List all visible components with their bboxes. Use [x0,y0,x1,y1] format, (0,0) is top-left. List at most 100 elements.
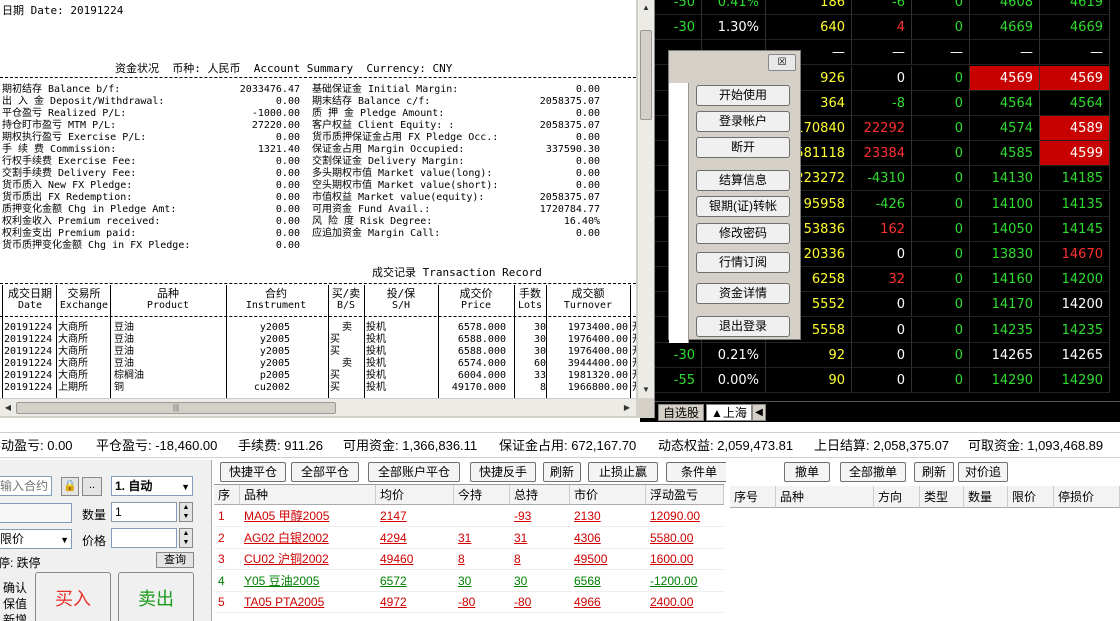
quote-subscribe-button[interactable]: 行情订阅 [696,252,790,273]
position-row[interactable]: 4 Y05 豆油2005 6572 30 30 6568 -1200.00 [214,570,724,592]
quantity-stepper[interactable]: ▲ ▼ [179,502,193,522]
close-all-accounts-button[interactable]: 全部账户平仓 [368,462,460,482]
order-mode-select[interactable]: 1. 自动 ▼ [111,476,193,496]
cancel-order-button[interactable]: 撤单 [784,462,830,482]
scroll-left-icon[interactable]: ◀ [1,401,15,415]
quote-cell: -6 [852,0,912,15]
price-type-select[interactable]: 限价 ▼ [0,529,72,549]
lock-icon[interactable]: 🔒 [61,477,79,496]
quote-cell: 4608 [970,0,1040,15]
fund-details-button[interactable]: 资金详情 [696,283,790,304]
quote-cell: 14050 [970,216,1040,242]
conditional-order-button[interactable]: 条件单 [666,462,732,482]
header-cn: 手数 [519,287,541,300]
position-row[interactable]: 2 AG02 白银2002 4294 31 31 4306 5580.00 [214,527,724,549]
quote-cell: 4669 [970,15,1040,41]
refresh-positions-button[interactable]: 刷新 [543,462,581,482]
quick-reverse-button[interactable]: 快捷反手 [470,462,536,482]
transaction-cell: 棕榈油 [114,370,144,381]
transaction-col-header: 品种 Product [112,288,224,312]
account-value-right: 0.00 [575,156,600,167]
quote-cell: 0.00% [702,368,766,393]
tab-shanghai[interactable]: ▲上海 [706,404,752,421]
quote-cell: 4569 [970,65,1040,91]
transaction-cell: 开 [632,322,636,334]
tab-scroll-left-icon[interactable]: ◀ [752,404,766,421]
statement-horizontal-scrollbar[interactable]: ◀ ||| ▶ [0,398,636,416]
contract-picker-button[interactable]: .. [82,477,102,496]
column-divider [514,285,515,398]
contract-input[interactable] [0,476,52,496]
statement-vertical-scrollbar[interactable]: ▲ ▼ [637,0,654,398]
stop-loss-profit-button[interactable]: 止损止赢 [588,462,658,482]
quote-row[interactable]: -50 0.41% 186 -6 0 4608 4619 [640,0,1120,15]
transaction-cell: 1976400.00 [567,334,628,345]
price-type-value: 限价 [0,532,25,546]
price-input[interactable] [111,528,177,548]
col-header-direction: 方向 [874,486,920,508]
account-value-right: 337590.30 [545,144,600,155]
header-cn: 买/卖 [331,287,361,300]
dialog-side-list [669,83,689,343]
buy-button[interactable]: 买入 [35,572,111,621]
transaction-cell: 20191224 [4,370,53,381]
quote-cell: 0 [912,166,970,192]
account-value-right: 2058375.07 [539,120,600,131]
position-cell: TA05 PTA2005 [244,595,325,609]
col-header-today-pos: 今持 [454,485,510,505]
scroll-right-icon[interactable]: ▶ [620,401,634,415]
scroll-thumb[interactable]: ||| [16,402,336,414]
position-cell: 12090.00 [650,509,701,523]
account-value-left: 0.00 [275,216,300,227]
scroll-down-icon[interactable]: ▼ [640,383,652,397]
account-label-right: 可用资金 Fund Avail.: [312,204,431,215]
transaction-cell: 20191224 [4,358,53,369]
quote-row[interactable]: -55 0.00% 90 0 0 14290 14290 [640,368,1120,393]
logout-button[interactable]: 退出登录 [696,316,790,337]
login-account-button[interactable]: 登录帐户 [696,111,790,132]
scroll-thumb[interactable] [640,30,652,120]
transaction-cell: 1966800.00 [567,382,628,393]
refresh-orders-button[interactable]: 刷新 [914,462,954,482]
disconnect-button[interactable]: 断开 [696,137,790,158]
chase-price-button[interactable]: 对价追 [958,462,1008,482]
quick-close-button[interactable]: 快捷平仓 [220,462,286,482]
position-cell: -80 [458,595,476,609]
quote-cell: 14265 [1040,342,1110,368]
quote-cell: 0 [852,342,912,368]
scroll-up-icon[interactable]: ▲ [640,1,652,15]
account-value-left: 0.00 [275,96,300,107]
transaction-cell: 买 [330,370,353,381]
start-use-button[interactable]: 开始使用 [696,85,790,106]
col-header-limit-price: 限价 [1008,486,1054,508]
transaction-col-header: 交易所 Exchange [58,288,110,312]
quote-row[interactable]: -30 0.21% 92 0 0 14265 14265 [640,342,1120,368]
bank-transfer-button[interactable]: 银期(证)转帐 [696,196,790,217]
quote-cell: 0 [852,317,912,343]
position-row[interactable]: 1 MA05 甲醇2005 2147 -93 2130 12090.00 [214,505,724,527]
tab-watchlist[interactable]: 自选股 [658,404,705,421]
price-stepper[interactable]: ▲ ▼ [179,528,193,548]
limit-price-label: 停: 跌停 [0,556,41,570]
quote-cell: 14200 [1040,267,1110,293]
query-button[interactable]: 查询 [156,552,194,568]
close-all-button[interactable]: 全部平仓 [291,462,359,482]
change-password-button[interactable]: 修改密码 [696,223,790,244]
settlement-info-button[interactable]: 结算信息 [696,170,790,191]
quantity-input[interactable]: 1 [111,502,177,522]
position-row[interactable]: 3 CU02 沪铜2002 49460 8 8 49500 1600.00 [214,548,724,570]
quote-cell: 0 [912,368,970,393]
account-value-left: 2033476.47 [239,84,300,95]
quote-cell: 0 [912,0,970,15]
account-value-left: 0.00 [275,228,300,239]
column-divider [110,285,111,398]
cancel-all-button[interactable]: 全部撤单 [840,462,906,482]
quote-row[interactable]: -30 1.30% 640 4 0 4669 4669 [640,15,1120,41]
transaction-cell: 大商所 [58,322,88,333]
quote-cell: 22292 [852,116,912,141]
sell-button[interactable]: 卖出 [118,572,194,621]
position-row[interactable]: 5 TA05 PTA2005 4972 -80 -80 4966 2400.00 [214,591,724,613]
position-cell: 8 [458,552,465,566]
close-icon[interactable]: ☒ [768,54,796,71]
account-value-right: 2058375.07 [539,192,600,203]
